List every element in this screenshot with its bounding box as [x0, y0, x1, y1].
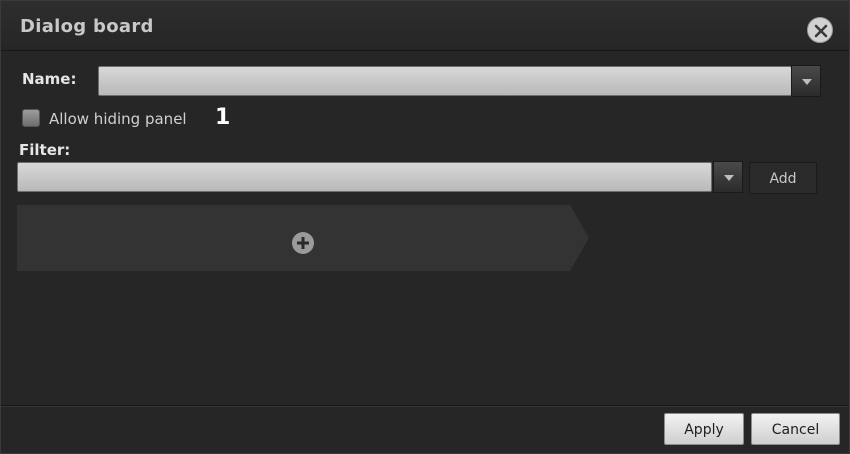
dialog-title: Dialog board — [20, 16, 154, 37]
name-dropdown-button[interactable] — [791, 65, 821, 97]
add-filter-button[interactable]: Add — [749, 162, 817, 194]
dialog-board-window: Dialog board Name: Allow hiding panel 1 … — [0, 0, 850, 454]
allow-hiding-panel-checkbox[interactable] — [22, 109, 40, 127]
apply-button[interactable]: Apply — [664, 413, 744, 445]
plus-circle-icon — [292, 232, 314, 254]
footer-divider — [1, 405, 849, 407]
close-button[interactable] — [807, 17, 833, 43]
allow-hiding-panel-label: Allow hiding panel — [49, 110, 187, 128]
filter-label: Filter: — [19, 141, 71, 159]
close-circle-icon — [814, 24, 828, 38]
name-label: Name: — [22, 70, 77, 88]
name-input[interactable] — [98, 66, 792, 96]
add-panel-button[interactable] — [291, 231, 315, 255]
chevron-down-icon — [724, 175, 734, 181]
chevron-down-icon — [802, 79, 812, 85]
filter-input[interactable] — [17, 162, 712, 192]
callout-number: 1 — [215, 105, 231, 130]
title-bar: Dialog board — [1, 1, 849, 51]
cancel-button[interactable]: Cancel — [751, 413, 840, 445]
filter-dropdown-button[interactable] — [713, 161, 743, 193]
